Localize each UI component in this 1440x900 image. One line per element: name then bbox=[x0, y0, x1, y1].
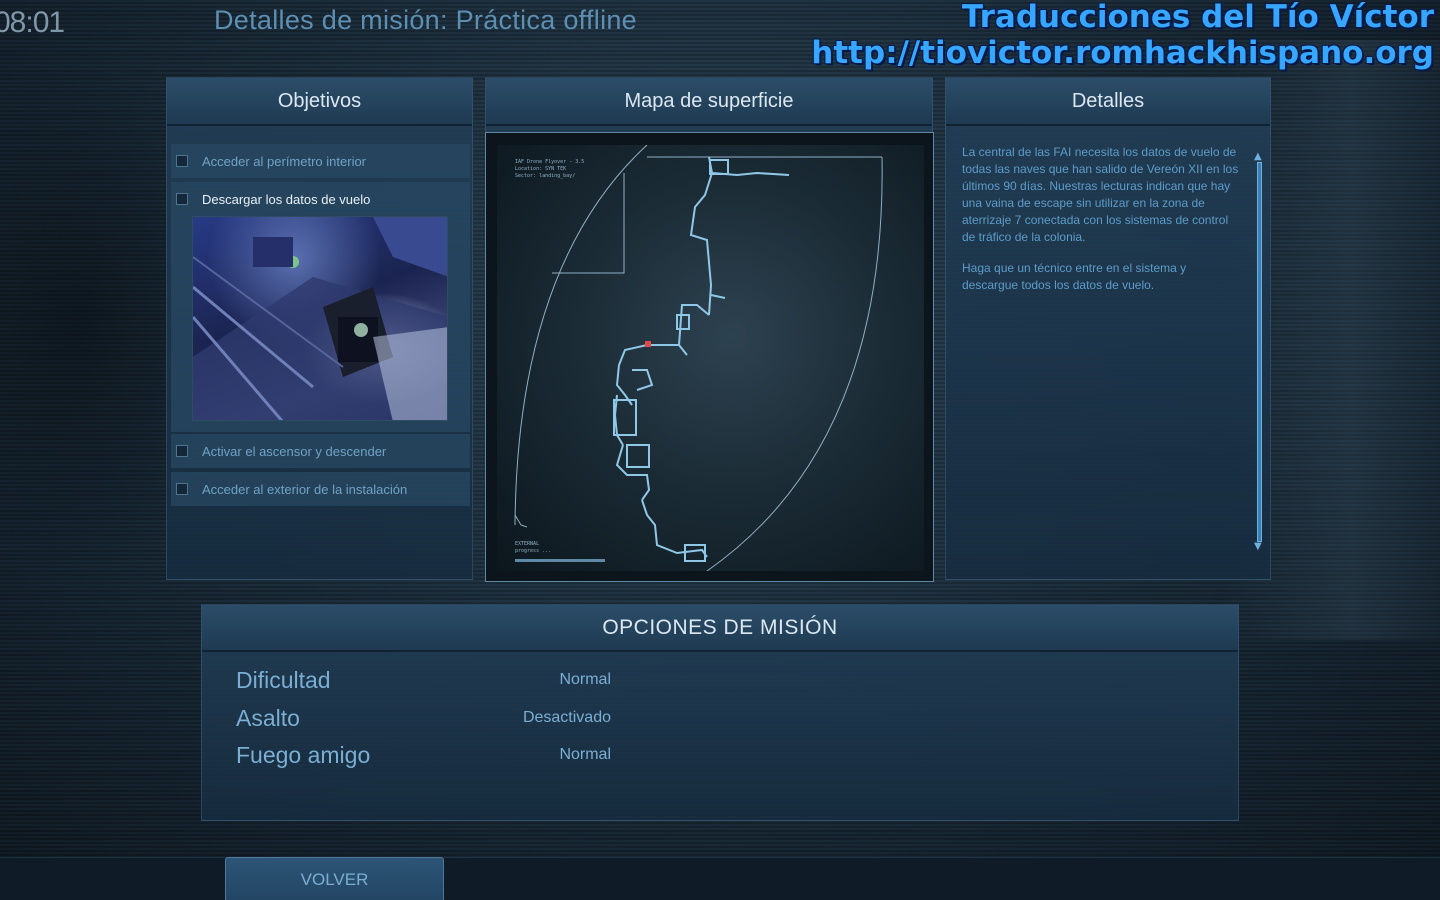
objective-checkbox bbox=[176, 483, 188, 495]
bottom-bar bbox=[0, 857, 1440, 900]
objective-checkbox bbox=[176, 155, 188, 167]
hud-timer: 08:01 bbox=[0, 6, 65, 39]
details-header: Detalles bbox=[946, 78, 1270, 126]
back-button[interactable]: VOLVER bbox=[225, 857, 444, 900]
mission-options-header: OPCIONES DE MISIÓN bbox=[202, 605, 1238, 652]
objectives-panel: Objetivos Acceder al perímetro interior … bbox=[166, 77, 473, 580]
details-scrollbar[interactable]: ▲ ▼ bbox=[1254, 152, 1265, 552]
objective-checkbox bbox=[176, 445, 188, 457]
credit-line-1: Traducciones del Tío Víctor bbox=[961, 0, 1434, 35]
objective-label: Activar el ascensor y descender bbox=[202, 443, 387, 459]
mission-description-paragraph: Haga que un técnico entre en el sistema … bbox=[962, 261, 1187, 292]
objective-item-selected[interactable]: Descargar los datos de vuelo bbox=[171, 182, 470, 432]
option-value[interactable]: Desactivado bbox=[436, 709, 611, 727]
option-value[interactable]: Normal bbox=[436, 746, 611, 764]
objective-checkbox bbox=[176, 193, 188, 205]
scroll-thumb[interactable] bbox=[1257, 162, 1262, 542]
page-title: Detalles de misión: Práctica offline bbox=[214, 5, 637, 35]
option-row-difficulty[interactable]: Dificultad Normal bbox=[236, 665, 616, 695]
objective-item[interactable]: Acceder al perímetro interior bbox=[171, 144, 470, 178]
objective-item[interactable]: Acceder al exterior de la instalación bbox=[171, 472, 470, 506]
translation-credit-watermark: Traducciones del Tío Víctor http://tiovi… bbox=[811, 0, 1434, 70]
surface-map: IAF Drone Flyover - 3.5 Location: SYN TE… bbox=[497, 145, 924, 571]
objective-item[interactable]: Activar el ascensor y descender bbox=[171, 434, 470, 468]
mission-options-panel: OPCIONES DE MISIÓN Dificultad Normal Asa… bbox=[201, 604, 1239, 821]
mission-description-paragraph: La central de las FAI necesita los datos… bbox=[962, 145, 1239, 244]
option-row-assault[interactable]: Asalto Desactivado bbox=[236, 703, 616, 733]
surface-map-header: Mapa de superficie bbox=[486, 78, 932, 126]
option-value[interactable]: Normal bbox=[436, 671, 611, 689]
credit-line-2: http://tiovictor.romhackhispano.org bbox=[811, 35, 1434, 71]
surface-map-frame: IAF Drone Flyover - 3.5 Location: SYN TE… bbox=[485, 132, 934, 582]
option-label: Asalto bbox=[236, 704, 300, 731]
objective-label: Descargar los datos de vuelo bbox=[202, 191, 371, 207]
map-overlay-status: EXTERNAL progress ... bbox=[515, 541, 552, 554]
scroll-down-icon[interactable]: ▼ bbox=[1254, 542, 1262, 552]
scroll-up-icon[interactable]: ▲ bbox=[1254, 152, 1262, 162]
surface-map-panel: Mapa de superficie IAF Drone Flyover - 3… bbox=[485, 77, 934, 582]
mission-description: La central de las FAI necesita los datos… bbox=[962, 144, 1242, 294]
objective-preview-image bbox=[192, 216, 448, 421]
objectives-header: Objetivos bbox=[167, 78, 472, 126]
option-row-friendly-fire[interactable]: Fuego amigo Normal bbox=[236, 740, 616, 770]
details-panel: Detalles La central de las FAI necesita … bbox=[945, 77, 1271, 580]
map-overlay-info: IAF Drone Flyover - 3.5 Location: SYN TE… bbox=[515, 159, 585, 179]
option-label: Dificultad bbox=[236, 666, 331, 693]
objective-label: Acceder al perímetro interior bbox=[202, 153, 367, 169]
option-label: Fuego amigo bbox=[236, 741, 371, 768]
objective-label: Acceder al exterior de la instalación bbox=[202, 481, 408, 497]
